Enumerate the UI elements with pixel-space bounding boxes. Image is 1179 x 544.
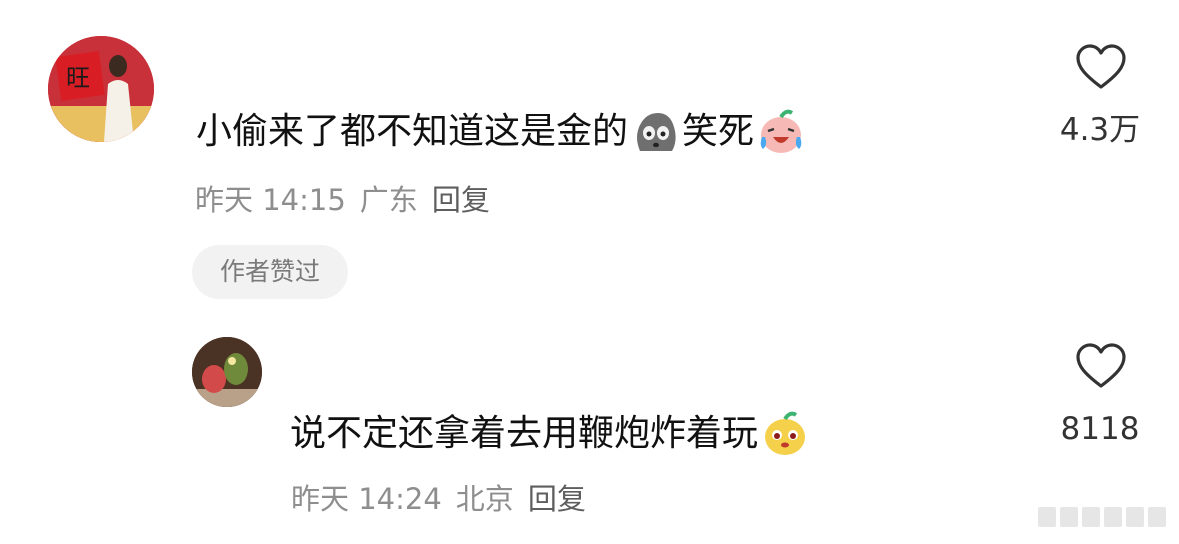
comment-time: 昨天 14:15 [195, 183, 346, 217]
comment-meta: 昨天 14:15 广东 回复 [195, 182, 490, 218]
comment-meta: 昨天 14:24 北京 回复 [291, 481, 586, 517]
comment-text-part: 说不定还拿着去用鞭炮炸着玩 [290, 413, 759, 454]
crying-peach-emoji-icon [760, 109, 802, 153]
comment-location: 北京 [455, 482, 514, 516]
smug-blob-emoji-icon [765, 411, 806, 455]
comment-time: 昨天 14:24 [291, 482, 442, 516]
stone-face-emoji-icon [637, 113, 676, 151]
reply-button[interactable]: 回复 [528, 481, 586, 517]
avatar-photo: 旺 [48, 36, 154, 142]
comment-text-part: 小偷来了都不知道这是金的 [196, 111, 629, 152]
comment-text: 小偷来了都不知道这是金的 笑死 [196, 107, 808, 157]
comment-location: 广东 [359, 183, 418, 217]
comment-text-part: 笑死 [682, 111, 755, 152]
heart-outline-icon[interactable] [1075, 43, 1127, 91]
avatar-photo [192, 337, 262, 407]
svg-text:旺: 旺 [66, 64, 90, 92]
author-liked-badge: 作者赞过 [192, 245, 348, 299]
reply-button[interactable]: 回复 [432, 182, 490, 218]
commenter-avatar[interactable] [192, 337, 262, 407]
like-count: 4.3万 [1059, 112, 1141, 148]
heart-outline-icon[interactable] [1075, 342, 1127, 390]
commenter-avatar[interactable]: 旺 [48, 36, 154, 142]
comment-text: 说不定还拿着去用鞭炮炸着玩 [290, 409, 812, 459]
like-count: 8118 [1060, 411, 1140, 447]
watermark [1038, 507, 1166, 527]
